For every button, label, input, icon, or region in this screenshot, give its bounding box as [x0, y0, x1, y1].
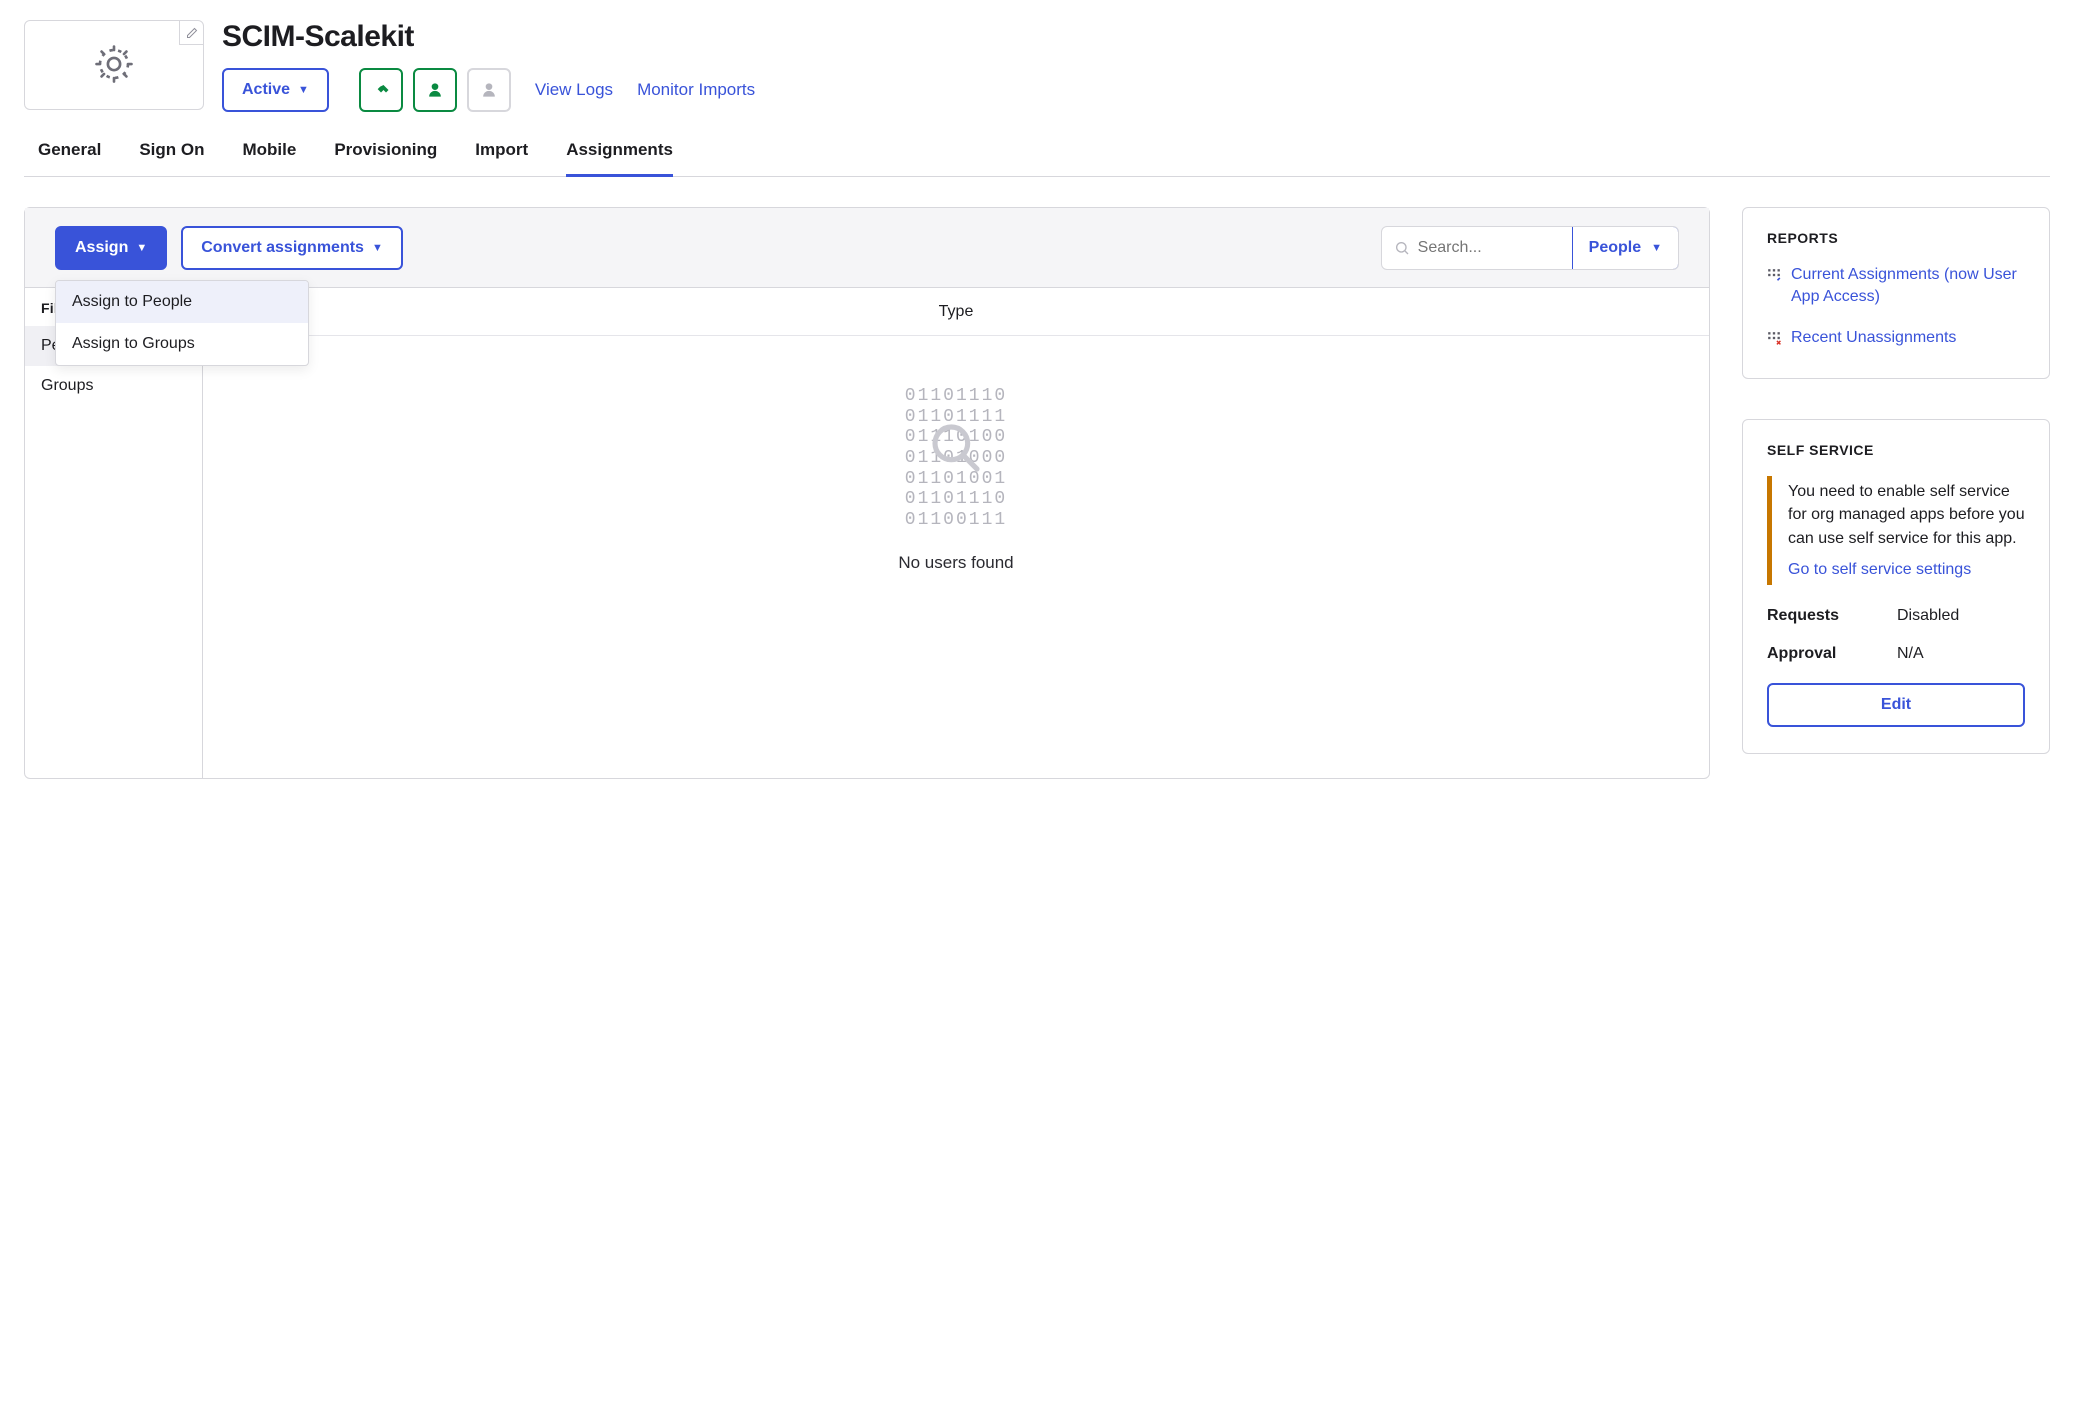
self-service-notice: You need to enable self service for org …: [1767, 476, 2025, 585]
binary-art: 01101110 01101111 01110100 01101000 0110…: [905, 386, 1007, 531]
tab-assignments[interactable]: Assignments: [566, 140, 673, 177]
requests-label: Requests: [1767, 607, 1897, 625]
search-icon: [1394, 240, 1410, 256]
tab-sign-on[interactable]: Sign On: [139, 140, 204, 177]
tab-mobile[interactable]: Mobile: [242, 140, 296, 177]
view-logs-link[interactable]: View Logs: [535, 80, 613, 100]
tab-provisioning[interactable]: Provisioning: [334, 140, 437, 177]
reports-card: REPORTS Current Assignments (now User Ap…: [1742, 207, 2050, 379]
empty-message: No users found: [898, 553, 1013, 573]
report-current-assignments-link[interactable]: Current Assignments (now User App Access…: [1767, 264, 2025, 309]
tab-import[interactable]: Import: [475, 140, 528, 177]
grid-icon: [1767, 267, 1781, 289]
self-service-heading: SELF SERVICE: [1767, 442, 2025, 458]
app-logo-card: [24, 20, 204, 110]
tab-row: General Sign On Mobile Provisioning Impo…: [24, 140, 2050, 177]
monitor-imports-link[interactable]: Monitor Imports: [637, 80, 755, 100]
assign-to-groups-item[interactable]: Assign to Groups: [56, 323, 308, 365]
approval-label: Approval: [1767, 645, 1897, 663]
self-service-card: SELF SERVICE You need to enable self ser…: [1742, 419, 2050, 754]
assignments-panel: Assign ▼ Convert assignments ▼ People ▼: [24, 207, 1710, 779]
page-title: SCIM-Scalekit: [222, 20, 2050, 54]
assign-to-people-item[interactable]: Assign to People: [56, 281, 308, 323]
column-header-type: Type: [203, 288, 1709, 336]
assign-dropdown-menu: Assign to People Assign to Groups: [55, 280, 309, 366]
chevron-down-icon: ▼: [136, 242, 147, 254]
assign-button[interactable]: Assign ▼: [55, 226, 167, 270]
chevron-down-icon: ▼: [372, 242, 383, 254]
handshake-icon-button[interactable]: [359, 68, 403, 112]
convert-assignments-button[interactable]: Convert assignments ▼: [181, 226, 403, 270]
empty-state: 01101110 01101111 01110100 01101000 0110…: [203, 336, 1709, 778]
search-input[interactable]: [1382, 239, 1572, 257]
approval-value: N/A: [1897, 645, 1924, 663]
chevron-down-icon: ▼: [1651, 242, 1662, 254]
tab-general[interactable]: General: [38, 140, 101, 177]
edit-self-service-button[interactable]: Edit: [1767, 683, 2025, 727]
user-add-icon-button[interactable]: [413, 68, 457, 112]
magnifier-icon: [928, 420, 984, 483]
active-status-button[interactable]: Active ▼: [222, 68, 329, 112]
gear-icon: [93, 43, 135, 88]
report-recent-unassignments-link[interactable]: Recent Unassignments: [1767, 327, 2025, 352]
filter-groups[interactable]: Groups: [25, 366, 202, 406]
reports-heading: REPORTS: [1767, 230, 2025, 246]
self-service-settings-link[interactable]: Go to self service settings: [1788, 558, 2025, 581]
requests-value: Disabled: [1897, 607, 1959, 625]
grid-x-icon: [1767, 330, 1781, 352]
user-disabled-icon-button: [467, 68, 511, 112]
chevron-down-icon: ▼: [298, 84, 309, 96]
people-filter-dropdown[interactable]: People ▼: [1572, 226, 1679, 270]
edit-logo-button[interactable]: [179, 21, 203, 45]
